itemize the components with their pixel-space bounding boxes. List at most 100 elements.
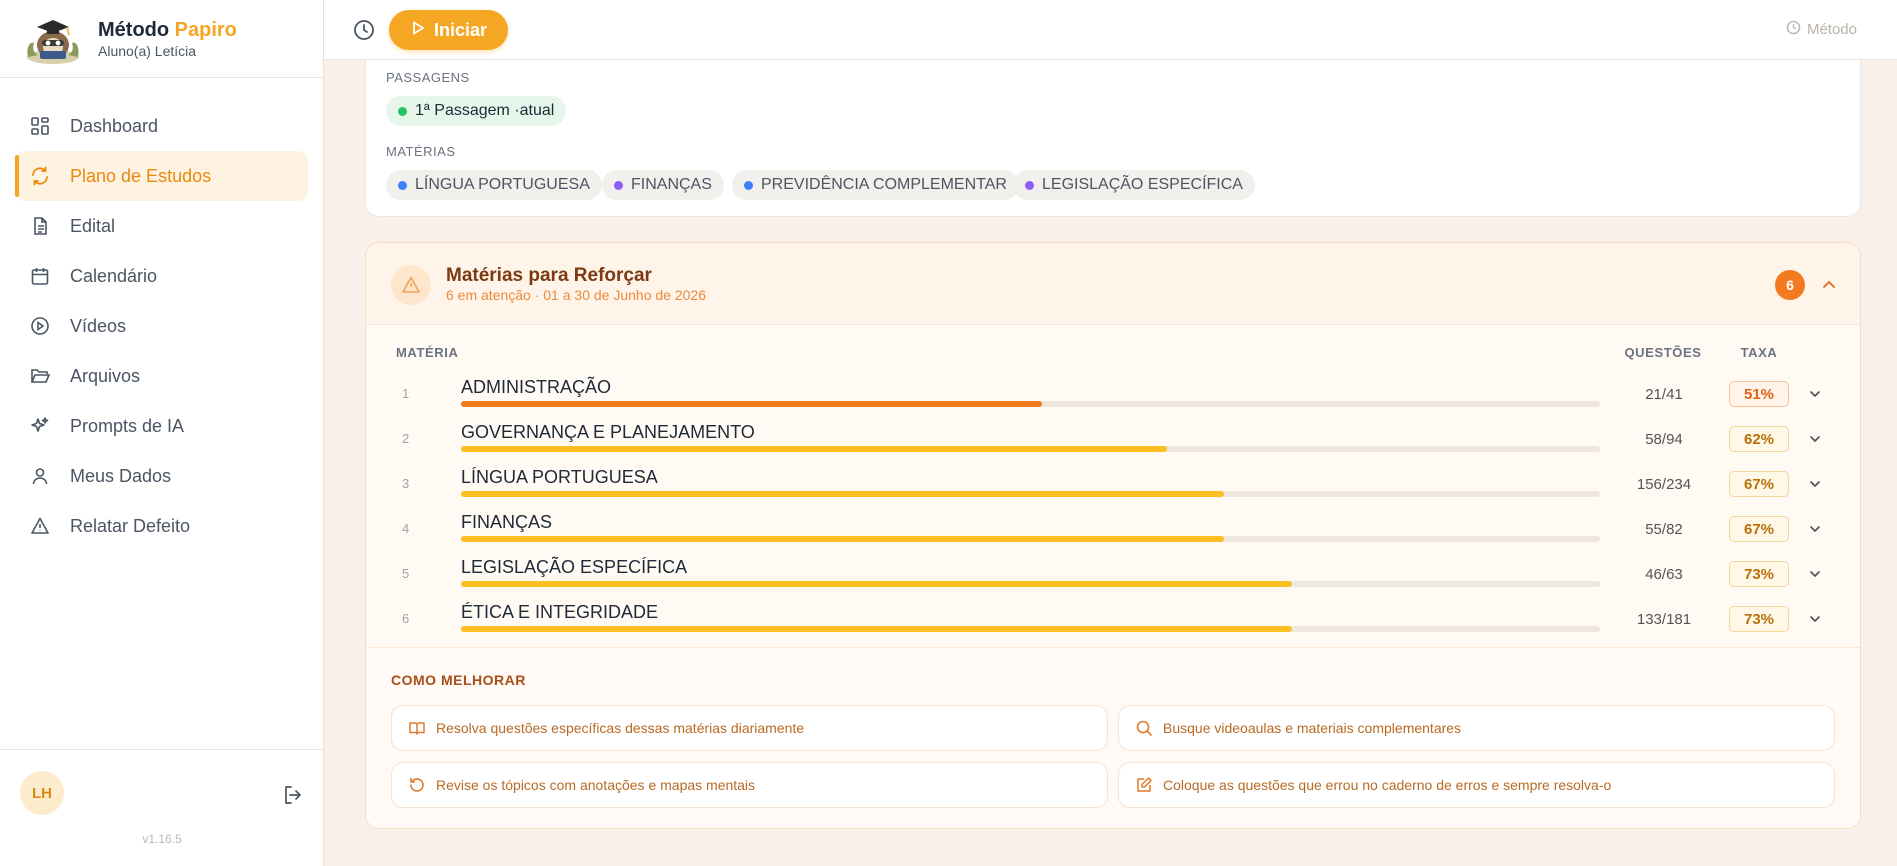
sidebar-item-meus-dados[interactable]: Meus Dados (15, 451, 308, 501)
sidebar-item-arquivos[interactable]: Arquivos (15, 351, 308, 401)
table-row[interactable]: 5 LEGISLAÇÃO ESPECÍFICA 46/63 73% (366, 557, 1860, 602)
chevron-down-icon[interactable] (1806, 385, 1824, 403)
passagens-label: PASSAGENS (386, 70, 470, 85)
tip-text: Busque videoaulas e materiais complement… (1163, 720, 1462, 736)
sidebar-footer: LH v1.16.5 (0, 749, 323, 866)
avatar[interactable]: LH (20, 771, 64, 815)
materia-pill[interactable]: FINANÇAS (602, 170, 724, 200)
tip-text: Resolva questões específicas dessas maté… (436, 720, 805, 736)
sidebar-item-label: Meus Dados (70, 465, 172, 486)
chevron-down-icon[interactable] (1806, 520, 1824, 538)
table-row[interactable]: 4 FINANÇAS 55/82 67% (366, 512, 1860, 557)
progress-track (461, 446, 1600, 452)
subject-name: LÍNGUA PORTUGUESA (461, 467, 658, 487)
sidebar-nav: Dashboard Plano de Estudos Edital Calend… (0, 78, 323, 551)
tip-card: Busque videoaulas e materiais complement… (1118, 705, 1835, 751)
brand[interactable]: Método Papiro Aluno(a) Letícia (0, 0, 323, 78)
papiro-mascot-logo (27, 19, 79, 64)
sidebar-item-label: Plano de Estudos (70, 165, 212, 186)
history-clock-icon[interactable] (352, 18, 376, 42)
topbar: Iniciar Método (324, 0, 1897, 60)
edit-icon (1135, 776, 1153, 794)
progress-fill (461, 581, 1293, 587)
sidebar-item-dashboard[interactable]: Dashboard (15, 101, 308, 151)
table-row[interactable]: 3 LÍNGUA PORTUGUESA 156/234 67% (366, 467, 1860, 512)
table-row[interactable]: 2 GOVERNANÇA E PLANEJAMENTO 58/94 62% (366, 422, 1860, 467)
materia-pill-label: FINANÇAS (631, 176, 712, 193)
sidebar-item-videos[interactable]: Vídeos (15, 301, 308, 351)
chevron-down-icon[interactable] (1806, 610, 1824, 628)
subject-name: FINANÇAS (461, 512, 553, 532)
warning-icon (30, 516, 50, 536)
questions-count: 156/234 (1636, 476, 1692, 493)
row-number: 5 (402, 566, 410, 581)
start-button-label: Iniciar (433, 19, 488, 40)
progress-fill (461, 446, 1168, 452)
materias-label: MATÉRIAS (386, 144, 456, 159)
chevron-down-icon[interactable] (1806, 475, 1824, 493)
sidebar-item-label: Arquivos (70, 365, 141, 386)
chevron-down-icon[interactable] (1806, 430, 1824, 448)
subject-name: ADMINISTRAÇÃO (461, 377, 612, 397)
subject-name: ÉTICA E INTEGRIDADE (461, 602, 659, 622)
column-header-materia: MATÉRIA (396, 345, 459, 360)
materia-pill[interactable]: LEGISLAÇÃO ESPECÍFICA (1013, 170, 1255, 200)
status-dot (398, 106, 407, 116)
row-number: 2 (402, 431, 410, 446)
method-label: Método (1806, 21, 1857, 38)
chevron-down-icon[interactable] (1806, 565, 1824, 583)
column-header-taxa: TAXA (1740, 345, 1778, 360)
sidebar-item-edital[interactable]: Edital (15, 201, 308, 251)
sidebar-item-prompts-de-ia[interactable]: Prompts de IA (15, 401, 308, 451)
rate-badge: 73% (1729, 606, 1789, 632)
sidebar-item-label: Edital (70, 215, 116, 236)
materia-pill[interactable]: PREVIDÊNCIA COMPLEMENTAR (732, 170, 1019, 200)
passagem-pill[interactable]: 1ª Passagem ·atual (386, 96, 567, 126)
method-timer[interactable]: Método (1786, 20, 1857, 39)
row-number: 3 (402, 476, 410, 491)
materia-pill-label: PREVIDÊNCIA COMPLEMENTAR (761, 176, 1007, 193)
questions-count: 46/63 (1645, 566, 1683, 583)
rate-badge: 73% (1729, 561, 1789, 587)
reinforce-subtitle: 6 em atenção · 01 a 30 de Junho de 2026 (446, 287, 706, 303)
calendar-icon (30, 266, 50, 286)
row-number: 4 (402, 521, 410, 536)
questions-count: 133/181 (1636, 611, 1692, 628)
reinforce-header[interactable]: Matérias para Reforçar 6 em atenção · 01… (366, 243, 1860, 325)
study-plan-summary-card: PASSAGENS 1ª Passagem ·atual MATÉRIAS LÍ… (365, 60, 1861, 217)
table-row[interactable]: 6 ÉTICA E INTEGRIDADE 133/181 73% (366, 602, 1860, 647)
dashboard-icon (30, 116, 50, 136)
tip-text: Coloque as questões que errou no caderno… (1163, 777, 1612, 793)
questions-count: 21/41 (1645, 386, 1683, 403)
rate-badge: 62% (1729, 426, 1789, 452)
row-number: 6 (402, 611, 410, 626)
sidebar-item-label: Prompts de IA (70, 415, 185, 436)
sidebar-item-relatar-defeito[interactable]: Relatar Defeito (15, 501, 308, 551)
materia-pill-label: LÍNGUA PORTUGUESA (415, 176, 590, 193)
questions-count: 55/82 (1645, 521, 1683, 538)
progress-track (461, 536, 1600, 542)
progress-track (461, 491, 1600, 497)
materia-pill[interactable]: LÍNGUA PORTUGUESA (386, 170, 602, 200)
sidebar-item-calendario[interactable]: Calendário (15, 251, 308, 301)
user-icon (30, 466, 50, 486)
tip-card: Revise os tópicos com anotações e mapas … (391, 762, 1108, 808)
rate-badge: 51% (1729, 381, 1789, 407)
folder-icon (30, 366, 50, 386)
table-row[interactable]: 1 ADMINISTRAÇÃO 21/41 51% (366, 377, 1860, 422)
refresh-icon (30, 166, 50, 186)
sidebar-item-plano-de-estudos[interactable]: Plano de Estudos (15, 151, 308, 201)
reinforce-title: Matérias para Reforçar (446, 265, 652, 286)
chevron-up-icon[interactable] (1818, 274, 1840, 296)
start-button[interactable]: Iniciar (389, 10, 508, 50)
version-label: v1.16.5 (142, 832, 182, 846)
sidebar-item-label: Dashboard (70, 115, 159, 136)
logout-icon[interactable] (282, 784, 304, 806)
rate-badge: 67% (1729, 471, 1789, 497)
subject-name: LEGISLAÇÃO ESPECÍFICA (461, 557, 688, 577)
tip-card: Coloque as questões que errou no caderno… (1118, 762, 1835, 808)
tip-card: Resolva questões específicas dessas maté… (391, 705, 1108, 751)
progress-fill (461, 626, 1293, 632)
rate-badge: 67% (1729, 516, 1789, 542)
clock-icon (1786, 20, 1801, 39)
